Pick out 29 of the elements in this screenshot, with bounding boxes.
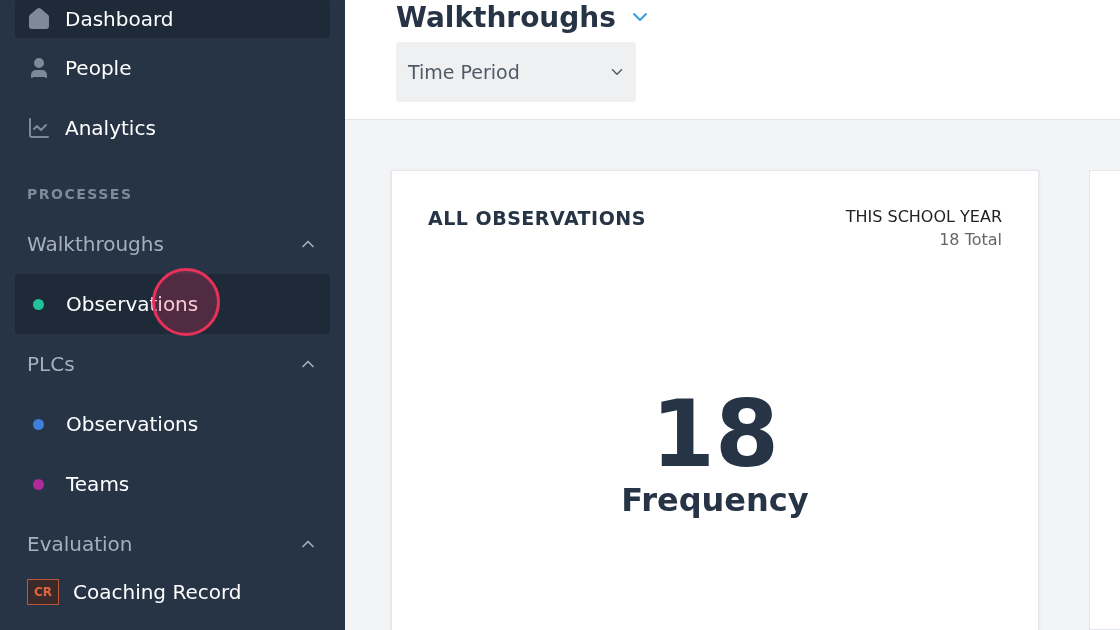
group-header[interactable]: Walkthroughs	[15, 214, 330, 274]
sidebar-item[interactable]: Teams	[15, 454, 330, 514]
nav-item[interactable]: Analytics	[15, 98, 330, 158]
total-count: 18 Total	[939, 230, 1002, 249]
stat-value: 18	[651, 389, 779, 481]
group-title: Evaluation	[27, 532, 133, 556]
time-period-select[interactable]: Time Period	[396, 42, 636, 102]
group-title: Walkthroughs	[27, 232, 164, 256]
period-label: THIS SCHOOL YEAR	[845, 207, 1002, 226]
chart-icon	[27, 116, 51, 140]
stat-label: Frequency	[621, 481, 809, 519]
record-badge: CR	[27, 579, 59, 605]
sidebar-item[interactable]: CR Coaching Record	[15, 574, 330, 610]
home-icon	[27, 7, 51, 31]
item-label: Teams	[66, 472, 130, 496]
section-label: PROCESSES	[27, 186, 133, 202]
nav-label: Analytics	[65, 116, 156, 140]
nav-label: People	[65, 56, 132, 80]
group-title: PLCs	[27, 352, 75, 376]
nav-item[interactable]: People	[15, 38, 330, 98]
card-title: ALL OBSERVATIONS	[428, 207, 646, 229]
nav-item[interactable]: Dashboard	[15, 0, 330, 38]
page-title: Walkthroughs	[396, 0, 616, 34]
item-label: Observations	[66, 412, 199, 436]
group-header[interactable]: Evaluation	[15, 514, 330, 574]
nav-label: Dashboard	[65, 7, 174, 31]
sidebar-item[interactable]: Observations	[15, 394, 330, 454]
item-label: Coaching Record	[73, 580, 242, 604]
group-header[interactable]: PLCs	[15, 334, 330, 394]
